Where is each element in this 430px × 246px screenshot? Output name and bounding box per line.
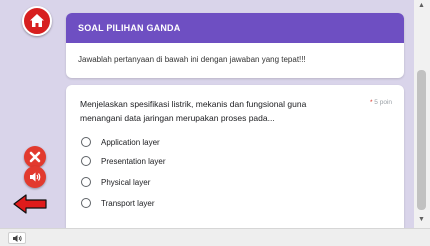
radio-button[interactable] <box>81 198 91 208</box>
close-icon <box>29 151 41 163</box>
sound-icon <box>30 172 41 182</box>
back-arrow-button[interactable] <box>12 193 48 215</box>
home-button[interactable] <box>22 6 52 36</box>
form-header-card: SOAL PILIHAN GANDA Jawablah pertanyaan d… <box>66 13 404 78</box>
left-control-rail <box>0 0 60 228</box>
required-mark: * <box>369 99 373 106</box>
answer-option[interactable]: Presentation layer <box>81 154 165 168</box>
answer-option[interactable]: Physical layer <box>81 175 150 189</box>
scroll-down-icon[interactable]: ▼ <box>418 216 425 224</box>
form-description: Jawablah pertanyaan di bawah ini dengan … <box>78 55 306 64</box>
speaker-icon <box>13 235 22 242</box>
answer-option[interactable]: Transport layer <box>81 196 155 210</box>
question-card: Menjelaskan spesifikasi listrik, mekanis… <box>66 85 404 228</box>
radio-button[interactable] <box>81 156 91 166</box>
radio-button[interactable] <box>81 137 91 147</box>
home-icon <box>30 14 44 27</box>
answer-option[interactable]: Application layer <box>81 135 160 149</box>
bottom-toolbar <box>0 228 430 246</box>
question-text: Menjelaskan spesifikasi listrik, mekanis… <box>80 99 307 123</box>
option-label: Application layer <box>101 137 160 147</box>
arrow-left-icon <box>13 194 47 214</box>
close-button[interactable] <box>24 146 46 168</box>
scroll-thumb[interactable] <box>417 70 426 210</box>
quiz-stage: SOAL PILIHAN GANDA Jawablah pertanyaan d… <box>0 0 430 228</box>
option-label: Presentation layer <box>101 156 166 166</box>
option-label: Transport layer <box>101 198 155 208</box>
scroll-up-icon[interactable]: ▲ <box>418 2 425 10</box>
vertical-scrollbar[interactable]: ▲ ▼ <box>414 0 430 228</box>
radio-button[interactable] <box>81 177 91 187</box>
question-points: * 5 poin <box>370 99 392 106</box>
form-title: SOAL PILIHAN GANDA <box>66 13 404 43</box>
quiz-form: SOAL PILIHAN GANDA Jawablah pertanyaan d… <box>66 0 404 228</box>
points-label: 5 poin <box>374 99 392 106</box>
sound-button[interactable] <box>24 166 46 188</box>
mute-button[interactable] <box>8 232 26 244</box>
option-label: Physical layer <box>101 177 151 187</box>
